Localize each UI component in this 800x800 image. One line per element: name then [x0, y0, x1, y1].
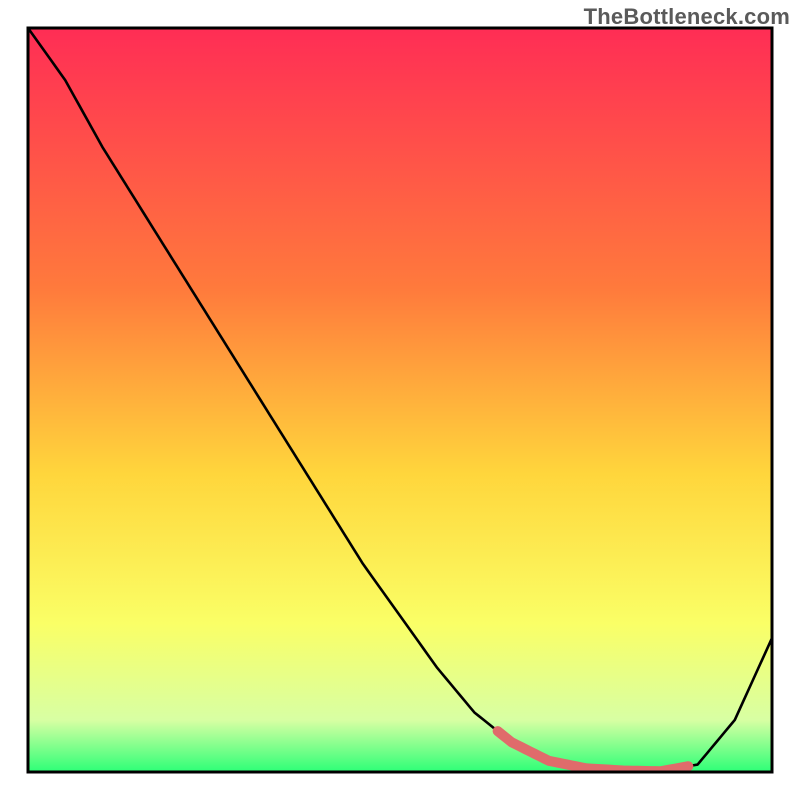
- watermark-text: TheBottleneck.com: [584, 4, 790, 30]
- chart-stage: TheBottleneck.com: [0, 0, 800, 800]
- bottleneck-chart: [0, 0, 800, 800]
- gradient-background: [28, 28, 772, 772]
